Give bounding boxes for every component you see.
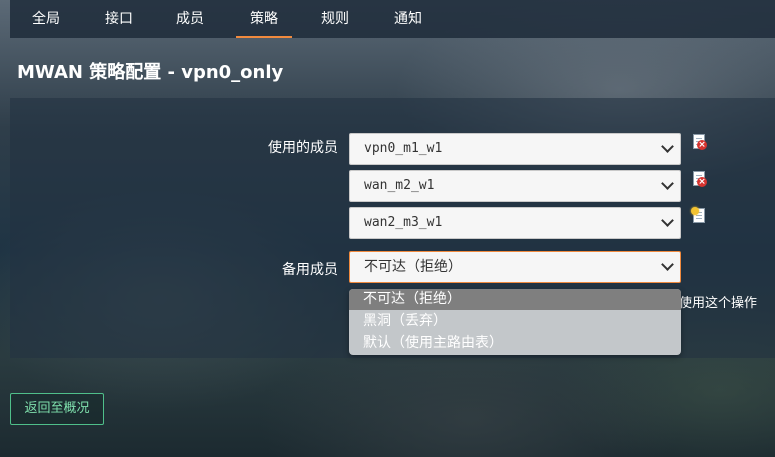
member-select-2[interactable]: wan_m2_w1 bbox=[349, 170, 681, 202]
member-select-3-value: wan2_m3_w1 bbox=[364, 215, 443, 230]
tab-notifications[interactable]: 通知 bbox=[386, 0, 430, 38]
tab-members[interactable]: 成员 bbox=[168, 0, 212, 38]
fallback-select-value: 不可达（拒绝） bbox=[364, 259, 462, 275]
member-select-1[interactable]: vpn0_m1_w1 bbox=[349, 133, 681, 165]
tab-policies[interactable]: 策略 bbox=[236, 0, 292, 38]
chevron-down-icon bbox=[661, 140, 674, 153]
member-select-1-value: vpn0_m1_w1 bbox=[364, 141, 443, 156]
delete-icon: × bbox=[697, 177, 707, 187]
back-to-overview-button[interactable]: 返回至概况 bbox=[10, 393, 104, 425]
tab-interfaces[interactable]: 接口 bbox=[97, 0, 141, 38]
delete-member-1-button[interactable]: × bbox=[691, 134, 707, 150]
fallback-option-default[interactable]: 默认（使用主路由表） bbox=[349, 333, 681, 354]
fallback-hint: 使用这个操作 bbox=[679, 296, 758, 311]
fallback-option-unreachable[interactable]: 不可达（拒绝） bbox=[349, 289, 681, 310]
add-icon bbox=[691, 207, 699, 215]
chevron-down-icon bbox=[661, 214, 674, 227]
chevron-down-icon bbox=[661, 258, 674, 271]
fallback-dropdown-list: 不可达（拒绝） 黑洞（丢弃） 默认（使用主路由表） bbox=[349, 289, 681, 355]
add-member-button[interactable] bbox=[691, 207, 707, 224]
fallback-option-blackhole[interactable]: 黑洞（丢弃） bbox=[349, 311, 681, 332]
members-label: 使用的成员 bbox=[268, 140, 338, 156]
fallback-select[interactable]: 不可达（拒绝） bbox=[349, 251, 681, 283]
member-select-3[interactable]: wan2_m3_w1 bbox=[349, 207, 681, 239]
page-title: MWAN 策略配置 - vpn0_only bbox=[17, 62, 284, 83]
tab-rules[interactable]: 规则 bbox=[313, 0, 357, 38]
top-nav: 全局 接口 成员 策略 规则 通知 bbox=[10, 0, 775, 38]
delete-member-2-button[interactable]: × bbox=[691, 171, 707, 187]
tab-global[interactable]: 全局 bbox=[24, 0, 68, 38]
fallback-label: 备用成员 bbox=[282, 262, 338, 278]
member-select-2-value: wan_m2_w1 bbox=[364, 178, 435, 193]
chevron-down-icon bbox=[661, 177, 674, 190]
delete-icon: × bbox=[697, 140, 707, 150]
